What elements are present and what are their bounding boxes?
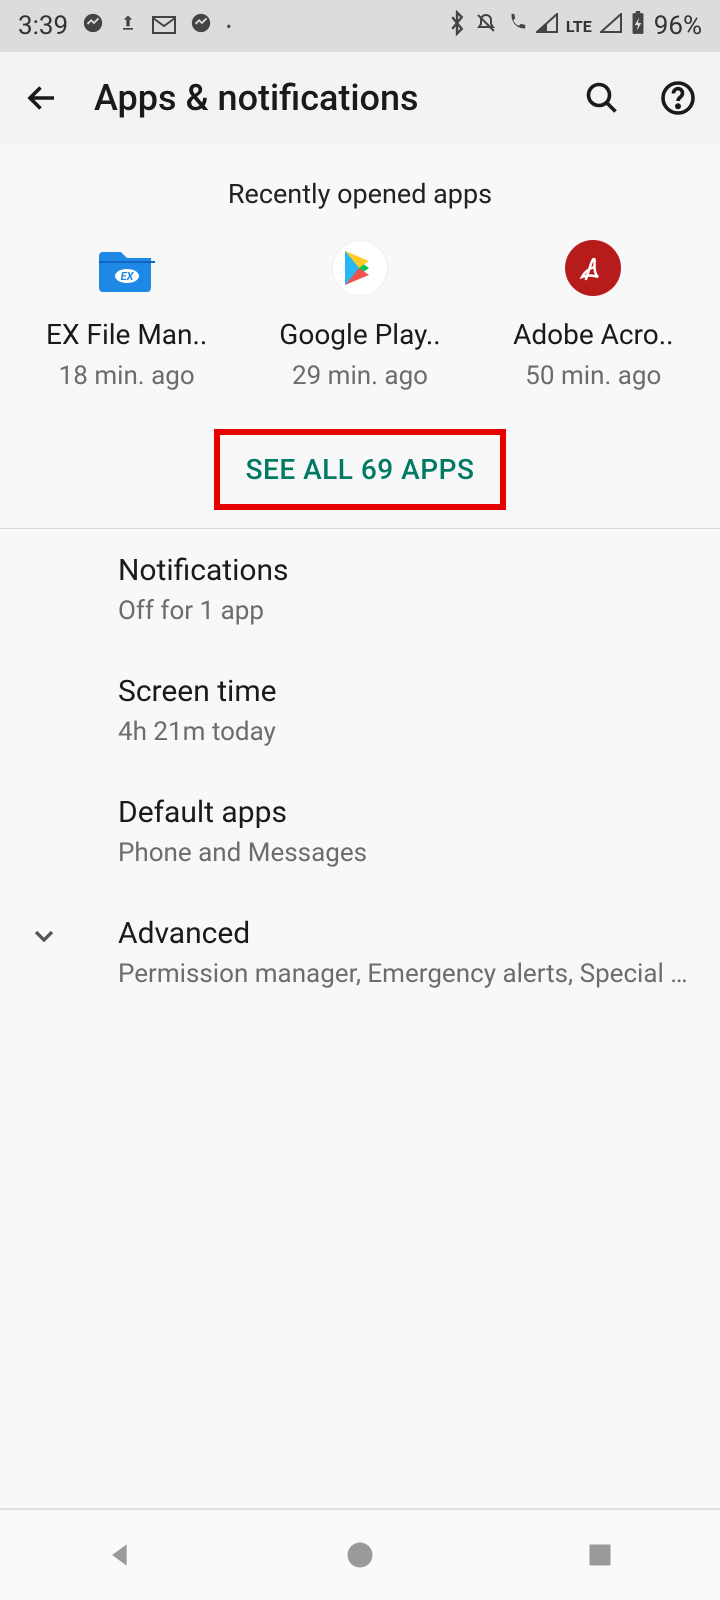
item-title: Default apps (118, 795, 720, 830)
status-time: 3:39 (18, 11, 68, 41)
messenger-icon-2 (190, 11, 212, 41)
advanced-item[interactable]: Advanced Permission manager, Emergency a… (0, 892, 720, 1013)
recent-app-adobe-acrobat[interactable]: Adobe Acro.. 50 min. ago (483, 240, 703, 391)
gmail-icon (152, 11, 176, 41)
battery-percent: 96% (654, 11, 702, 41)
status-bar: 3:39 • LTE 9 (0, 0, 720, 52)
help-button[interactable] (654, 74, 702, 122)
app-name-label: Google Play.. (279, 318, 440, 351)
recent-apps-section: Recently opened apps EX EX File Man.. 18… (0, 144, 720, 522)
back-button[interactable] (18, 74, 66, 122)
app-name-label: Adobe Acro.. (513, 318, 673, 351)
messenger-icon (82, 11, 104, 41)
dnd-icon (474, 11, 498, 41)
item-subtitle: 4h 21m today (118, 717, 698, 747)
upload-icon (118, 11, 138, 41)
item-subtitle: Permission manager, Emergency alerts, Sp… (118, 959, 698, 989)
system-nav-bar (0, 1508, 720, 1600)
app-bar: Apps & notifications (0, 52, 720, 144)
nav-back-button[interactable] (60, 1539, 180, 1571)
app-time-label: 29 min. ago (292, 361, 428, 391)
nav-home-button[interactable] (300, 1540, 420, 1570)
screen-time-item[interactable]: Screen time 4h 21m today (0, 650, 720, 771)
page-title: Apps & notifications (94, 77, 550, 119)
bluetooth-icon (448, 10, 466, 42)
recent-apps-header: Recently opened apps (0, 168, 720, 240)
battery-icon (630, 11, 646, 41)
search-button[interactable] (578, 74, 626, 122)
dot-icon: • (226, 17, 231, 36)
nav-recent-button[interactable] (540, 1541, 660, 1569)
item-subtitle: Phone and Messages (118, 838, 698, 868)
google-play-icon (332, 240, 388, 296)
signal-icon-2 (600, 13, 622, 39)
adobe-acrobat-icon (565, 240, 621, 296)
notifications-item[interactable]: Notifications Off for 1 app (0, 529, 720, 650)
ex-file-manager-icon: EX (99, 240, 155, 296)
item-title: Screen time (118, 674, 720, 709)
app-time-label: 18 min. ago (59, 361, 195, 391)
app-time-label: 50 min. ago (525, 361, 661, 391)
lte-label: LTE (566, 17, 592, 36)
item-title: Notifications (118, 553, 720, 588)
item-title: Advanced (118, 916, 720, 951)
see-all-apps-button[interactable]: SEE ALL 69 APPS (214, 429, 507, 510)
svg-text:EX: EX (120, 270, 134, 283)
item-subtitle: Off for 1 app (118, 596, 698, 626)
default-apps-item[interactable]: Default apps Phone and Messages (0, 771, 720, 892)
chevron-down-icon (28, 920, 60, 956)
signal-icon-1 (536, 13, 558, 39)
app-name-label: EX File Man.. (46, 318, 207, 351)
recent-app-google-play[interactable]: Google Play.. 29 min. ago (250, 240, 470, 391)
recent-app-ex-file-manager[interactable]: EX EX File Man.. 18 min. ago (17, 240, 237, 391)
call-lte-icon (506, 12, 528, 40)
